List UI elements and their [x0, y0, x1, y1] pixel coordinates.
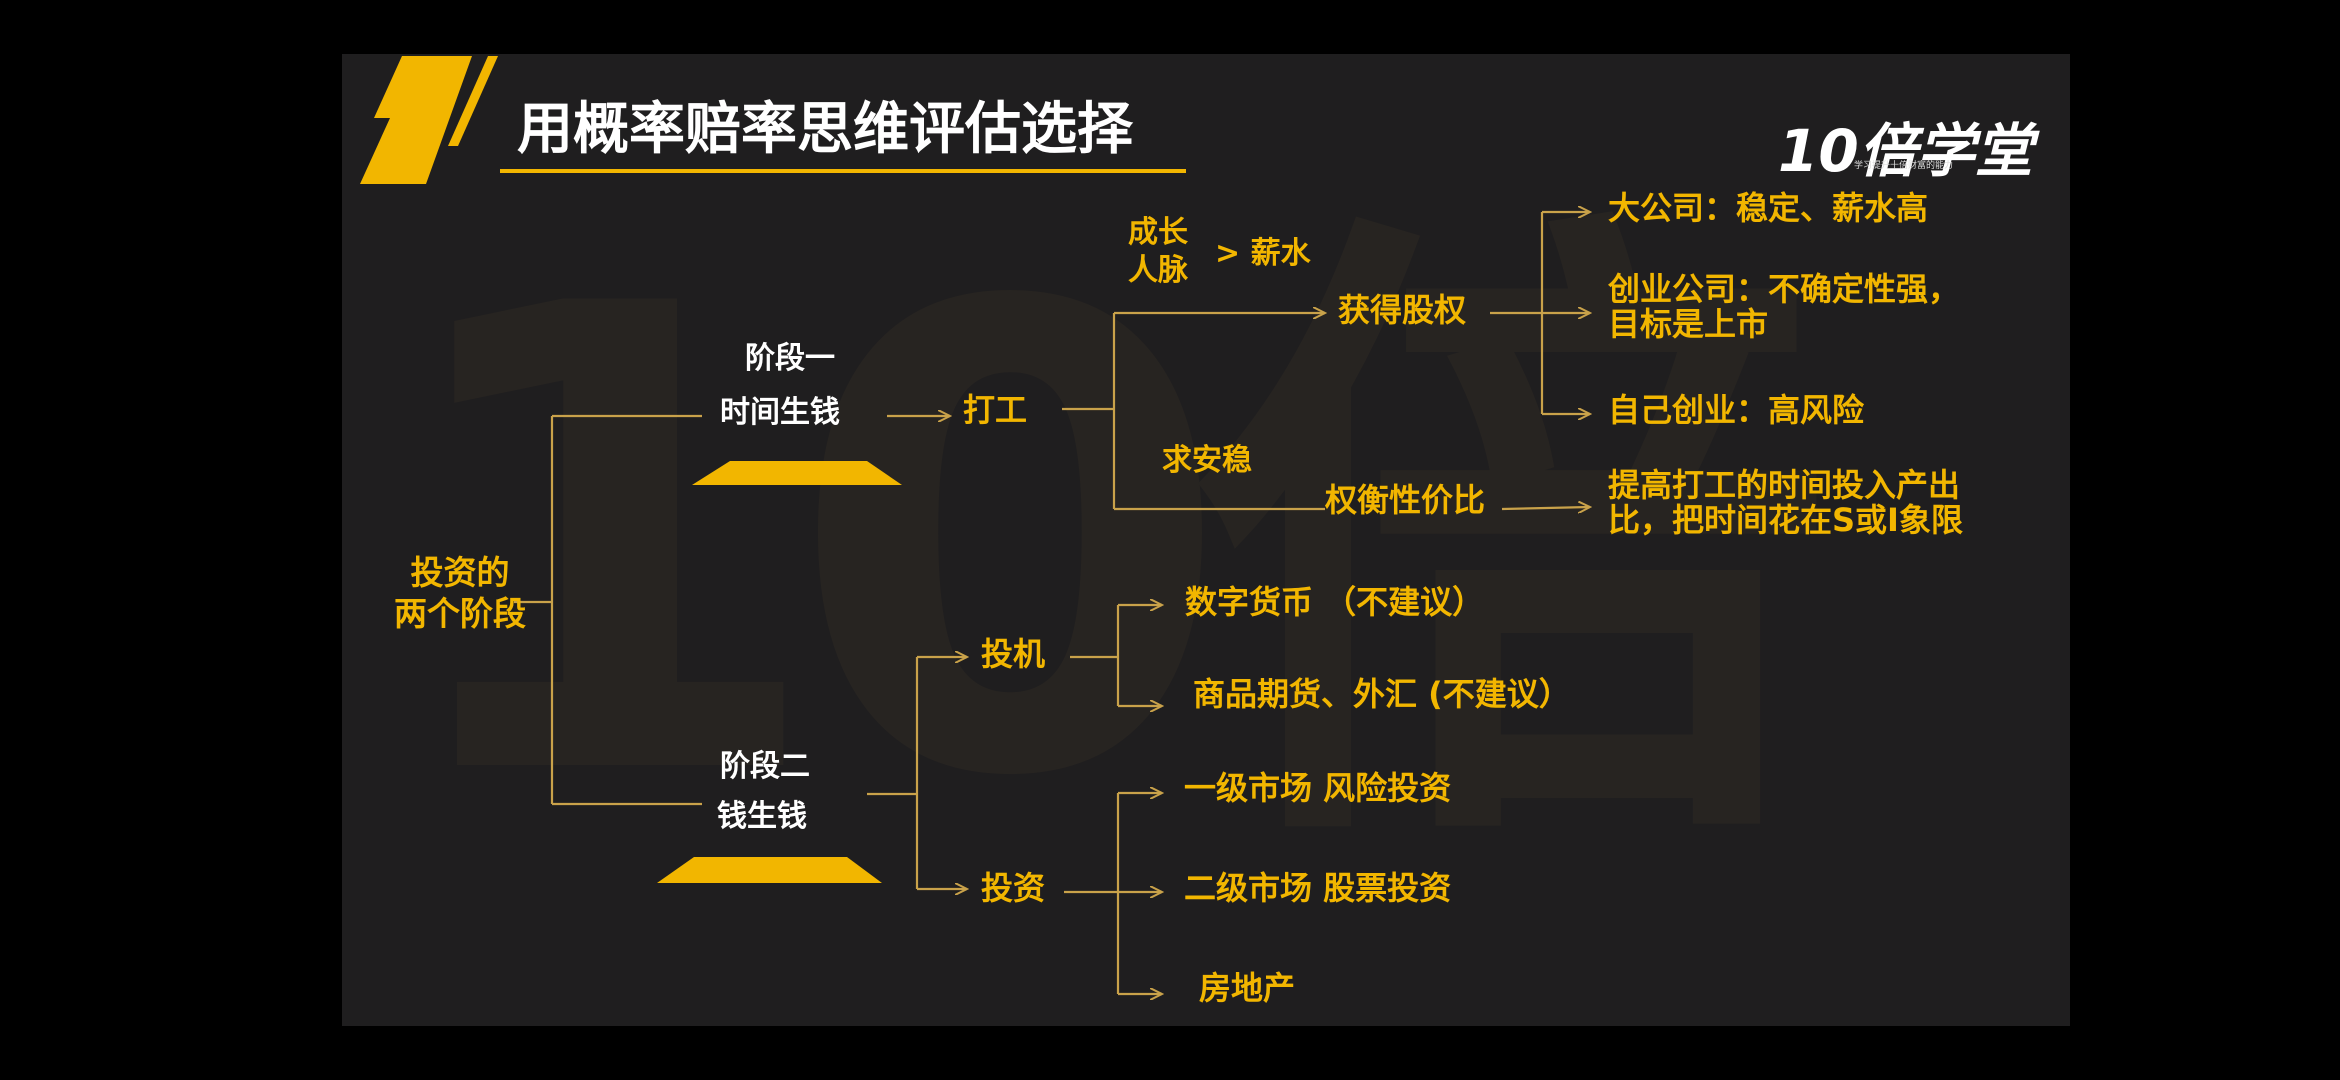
stage1-base-shape: [692, 461, 902, 485]
outcome-startup-line1: 创业公司：不确定性强，: [1608, 270, 1961, 308]
growth-line2: 人脉: [1128, 252, 1188, 288]
spec-item-futures-fx: 商品期货、外汇 (不建议）: [1193, 675, 1571, 713]
outcome-improve-line2: 比，把时间花在S或I象限: [1608, 501, 1963, 540]
outcome-self-startup: 自己创业：高风险: [1608, 391, 1865, 429]
stage2-base-shape: [657, 857, 882, 883]
invest-item-real-estate: 房地产: [1199, 969, 1296, 1007]
equity-node: 获得股权: [1338, 291, 1467, 329]
outcome-big-company: 大公司：稳定、薪水高: [1608, 189, 1929, 227]
invest-item-secondary: 二级市场 股票投资: [1184, 869, 1452, 907]
invest-item-primary: 一级市场 风险投资: [1184, 769, 1452, 807]
investment-node: 投资: [981, 869, 1046, 907]
speculation-node: 投机: [981, 635, 1046, 673]
work-node: 打工: [963, 391, 1028, 429]
stage2-name: 阶段二: [720, 749, 810, 784]
root-line2: 两个阶段: [394, 594, 526, 634]
tradeoff-node: 权衡性价比: [1325, 481, 1486, 519]
stage1-name: 阶段一: [745, 341, 835, 376]
outcome-improve-line1: 提高打工的时间投入产出: [1608, 466, 1961, 504]
root-line1: 投资的: [410, 553, 510, 592]
growth-line1: 成长: [1128, 215, 1188, 250]
outcome-startup-line2: 目标是上市: [1608, 305, 1769, 344]
outcome-improve: 提高打工的时间投入产出 比，把时间花在S或I象限: [1608, 466, 1963, 540]
stable-node: 求安稳: [1162, 443, 1252, 478]
slide: 10倍 用概率赔率思维评估选择 10倍学堂 学习提升十倍财富的能力 投资的 两个…: [342, 54, 2070, 1026]
stage1-desc: 时间生钱: [720, 395, 840, 430]
stage2-desc: 钱生钱: [717, 799, 807, 834]
root-node: 投资的 两个阶段: [394, 552, 526, 635]
growth-node: 成长 人脉: [1128, 214, 1188, 289]
salary-compare: > 薪水: [1215, 236, 1311, 271]
spec-item-crypto: 数字货币 （不建议）: [1185, 583, 1485, 621]
outcome-startup: 创业公司：不确定性强， 目标是上市: [1608, 270, 1961, 344]
